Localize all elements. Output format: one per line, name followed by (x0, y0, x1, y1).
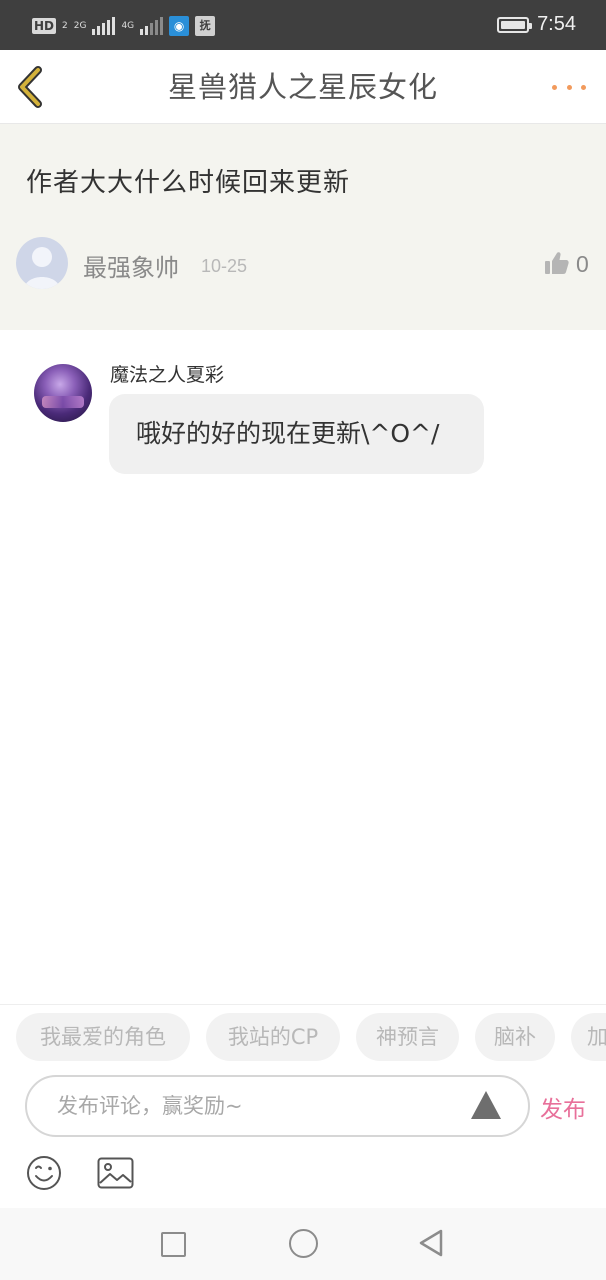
original-post: 作者大大什么时候回来更新 最强象帅 10-25 0 (0, 124, 606, 330)
post-author[interactable]: 最强象帅 (83, 248, 179, 283)
chevron-left-icon[interactable] (14, 66, 48, 108)
comment-input[interactable] (57, 1087, 437, 1125)
wifi-hotspot-icon: ◉ (169, 16, 190, 36)
signal-icon-2 (140, 17, 164, 35)
tag-prediction[interactable]: 神预言 (356, 1013, 459, 1061)
comment-input-box[interactable] (25, 1075, 530, 1137)
app-header: 星兽猎人之星辰女化 (0, 50, 606, 124)
status-right: 7:54 (497, 13, 576, 36)
home-icon[interactable] (289, 1229, 318, 1258)
hd-indicator: HD (32, 18, 57, 34)
avatar[interactable] (34, 364, 92, 422)
net-2g-indicator: 2G (73, 20, 87, 31)
post-date: 10-25 (201, 256, 248, 276)
back-triangle-icon[interactable] (418, 1228, 444, 1258)
thumbs-up-icon[interactable] (544, 250, 570, 276)
post-text: 作者大大什么时候回来更新 (26, 168, 351, 198)
status-indicators: HD 2 2G 4G ◉ 抚 (32, 14, 216, 38)
signal-icon (92, 17, 116, 35)
tag-headcanon[interactable]: 脑补 (475, 1013, 555, 1061)
net-2g-label: 2G (73, 20, 87, 31)
net-4g-indicator: 4G (121, 20, 135, 31)
battery-icon (497, 16, 533, 33)
avatar[interactable] (16, 237, 68, 289)
send-triangle-icon[interactable] (471, 1091, 501, 1119)
recent-apps-icon[interactable] (161, 1232, 186, 1257)
image-picker-icon[interactable] (97, 1157, 134, 1189)
tag-favorite-character[interactable]: 我最爱的角色 (16, 1013, 190, 1061)
tag-cp[interactable]: 我站的CP (206, 1013, 340, 1061)
tag-more[interactable]: 加 (571, 1013, 606, 1061)
reply-text: 哦好的好的现在更新\^O^/ (136, 419, 440, 448)
publish-button[interactable]: 发布 (540, 1090, 586, 1124)
clock: 7:54 (537, 13, 576, 35)
status-bar: HD 2 2G 4G ◉ 抚 7:54 (0, 0, 606, 50)
app-notification-icon: 抚 (195, 16, 216, 36)
system-navigation-bar (0, 1208, 606, 1280)
page-title: 星兽猎人之星辰女化 (167, 70, 438, 104)
reply-author[interactable]: 魔法之人夏彩 (110, 360, 224, 387)
topic-tags-bar: 我最爱的角色 我站的CP 神预言 脑补 加 (0, 1004, 606, 1070)
hd-sub: 2 (62, 21, 68, 31)
more-dots-icon[interactable] (552, 80, 586, 94)
net-4g-label: 4G (121, 20, 135, 31)
battery-fill (501, 20, 526, 29)
like-count: 0 (576, 251, 589, 277)
emoji-icon[interactable] (26, 1155, 62, 1191)
default-avatar-icon (24, 247, 60, 289)
